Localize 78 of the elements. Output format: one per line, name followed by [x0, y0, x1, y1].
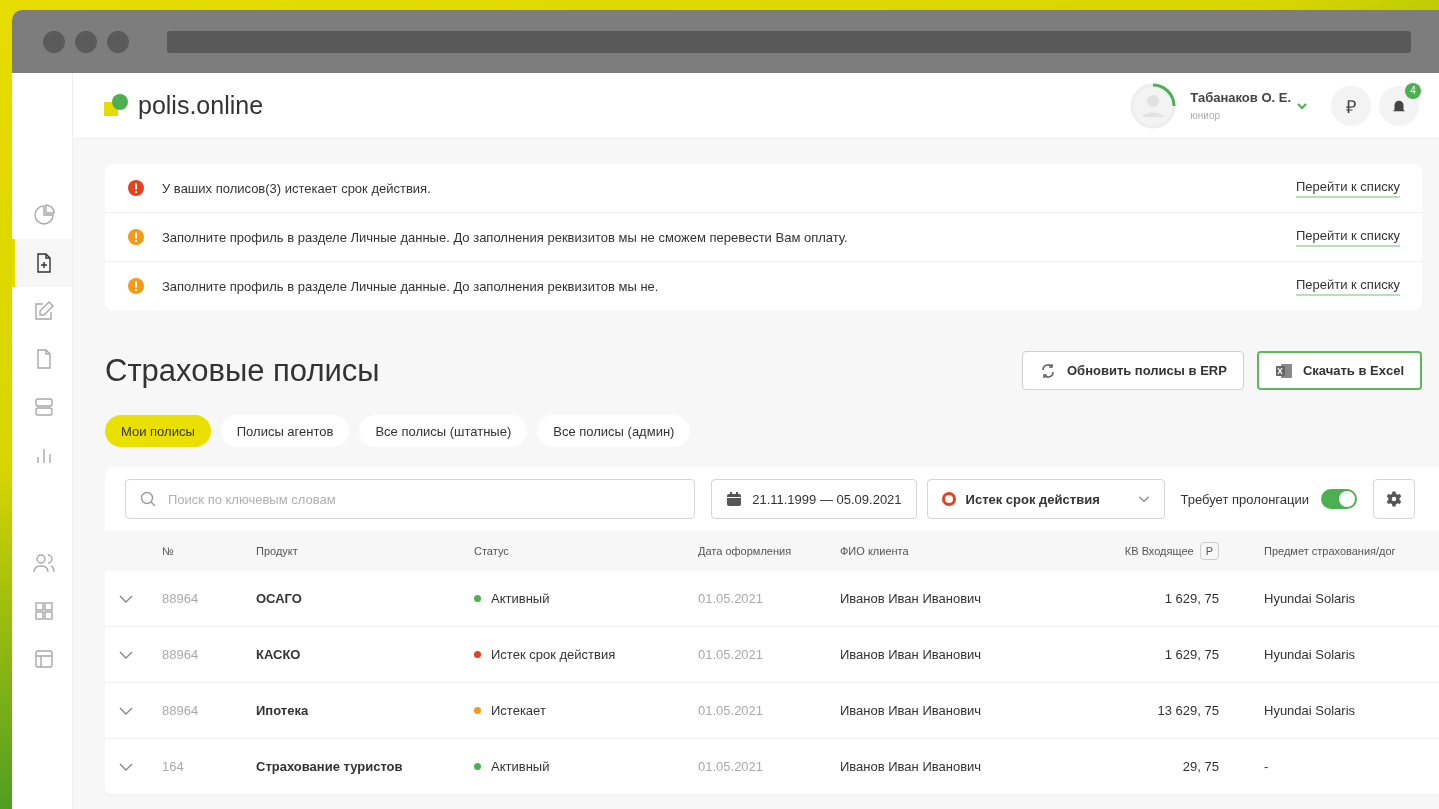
table-cell-text: 88964	[162, 703, 200, 718]
table-cell-text: 164	[162, 759, 185, 774]
users-icon	[31, 551, 56, 575]
table-cell-text: 1 629, 75	[1163, 591, 1220, 606]
column-header[interactable]: Продукт	[256, 545, 298, 557]
go-to-list-link[interactable]: Перейти к списку	[1295, 276, 1400, 296]
column-header[interactable]: Статус	[474, 545, 509, 557]
go-to-list-link[interactable]: Перейти к списку	[1295, 178, 1400, 198]
alert-text: Заполните профиль в разделе Личные данные. До заполнения реквизитов мы не.	[162, 278, 660, 294]
search-field[interactable]: Поиск по ключевым словам	[125, 479, 696, 519]
avatar-drawing	[1130, 82, 1177, 129]
window-dot	[107, 30, 129, 53]
spreadsheet-icon	[1274, 361, 1293, 380]
column-header[interactable]: Дата оформления	[698, 545, 792, 557]
table-cell-text: 01.05.2021	[698, 703, 765, 718]
table-cell-text: 1 629, 75	[1163, 647, 1220, 662]
table-cell: Активный	[491, 759, 550, 774]
table-cell-text: Hyundai Solaris	[1264, 647, 1357, 662]
user-name: Табанаков О. Е.	[1190, 90, 1291, 105]
column-header[interactable]: Предмет страхования/дог	[1264, 545, 1396, 557]
table-row[interactable]: 88964 ОСАГО Активный 01.05.2021 Иванов Иван Иванович 1 629, 75 Hyundai Solaris	[105, 571, 1439, 627]
table-cell-text: 01.05.2021	[698, 759, 765, 774]
search-icon	[140, 491, 156, 507]
window-dot	[43, 30, 65, 53]
refresh-erp-button[interactable]: Обновить полисы в ERP	[1022, 351, 1244, 390]
column-header[interactable]: №	[162, 545, 174, 557]
column-header[interactable]: КВ Входящее	[1124, 545, 1194, 557]
pie-chart-icon	[31, 203, 56, 227]
table-cell-text: Hyundai Solaris	[1264, 591, 1357, 606]
table-cell-text: 88964	[162, 647, 200, 662]
tab[interactable]: Все полисы (админ)	[537, 415, 691, 447]
user-role: юниор	[1190, 110, 1222, 121]
alert-text: Заполните профиль в разделе Личные данные. До заполнения реквизитов мы не сможем перевести Вам оплату.	[162, 229, 849, 245]
table-cell: Активный	[491, 591, 550, 606]
table-cell-text: Иванов Иван Иванович	[840, 647, 983, 662]
table-cell-text: 88964	[162, 591, 200, 606]
settings-icon	[1385, 490, 1403, 508]
table-cell-text: 01.05.2021	[698, 591, 765, 606]
status-dropdown[interactable]: Истек срок действия	[926, 479, 1165, 519]
logo-icon	[104, 93, 130, 118]
table-row[interactable]: 88964 КАСКО Истек срок действия 01.05.2021 Иванов Иван Иванович 1 629, 75 Hyundai Solaris	[105, 627, 1439, 683]
settings-button[interactable]	[1373, 479, 1415, 519]
alert-text: У ваших полисов(3) истекает срок действия.	[162, 180, 432, 196]
table-cell-text: 29, 75	[1181, 759, 1220, 774]
currency-badge: Р	[1199, 542, 1219, 560]
table-cell-text: ОСАГО	[256, 591, 303, 606]
table-cell-text: Ипотека	[256, 703, 310, 718]
window-dot	[75, 30, 97, 53]
toggle-switch[interactable]	[1321, 489, 1357, 509]
currency-button[interactable]: ₽	[1331, 85, 1371, 126]
table-cell-text: 01.05.2021	[698, 647, 765, 662]
logo-text: polis.online	[138, 91, 264, 120]
column-header[interactable]: ФИО клиента	[840, 545, 909, 557]
page-title: Страховые полисы	[105, 352, 381, 389]
calendar-icon	[726, 491, 743, 507]
table-cell-text: 13 629, 75	[1156, 703, 1220, 718]
table-cell: Истекает	[491, 703, 546, 718]
sidebar-item[interactable]	[12, 239, 72, 287]
tab[interactable]: Мои полисы	[105, 415, 211, 447]
toggle-label: Требует пролонгации	[1180, 491, 1309, 507]
refresh-icon	[1039, 361, 1057, 380]
date-range-field[interactable]: 21.11.1999 — 05.09.2021	[711, 479, 917, 519]
tab[interactable]: Полисы агентов	[220, 415, 350, 447]
table-cell-text: Страхование туристов	[256, 759, 404, 774]
table-cell-text: КАСКО	[256, 647, 302, 662]
go-to-list-link[interactable]: Перейти к списку	[1295, 227, 1400, 247]
table-row[interactable]: 88964 Ипотека Истекает 01.05.2021 Иванов Иван Иванович 13 629, 75 Hyundai Solaris	[105, 683, 1439, 739]
table-cell-text: Иванов Иван Иванович	[840, 591, 983, 606]
table-cell-text: -	[1264, 759, 1270, 774]
download-excel-button[interactable]: Скачать в Excel	[1256, 351, 1422, 390]
table-cell: Истек срок действия	[491, 647, 616, 662]
table-cell-text: Иванов Иван Иванович	[840, 703, 983, 718]
tab[interactable]: Все полисы (штатные)	[359, 415, 528, 447]
table-cell-text: Иванов Иван Иванович	[840, 759, 983, 774]
table-cell-text: Hyundai Solaris	[1264, 703, 1357, 718]
table-row[interactable]: 164 Страхование туристов Активный 01.05.2021 Иванов Иван Иванович 29, 75 -	[105, 739, 1439, 795]
address-bar[interactable]	[167, 30, 1411, 53]
notification-count: 4	[1405, 82, 1421, 99]
